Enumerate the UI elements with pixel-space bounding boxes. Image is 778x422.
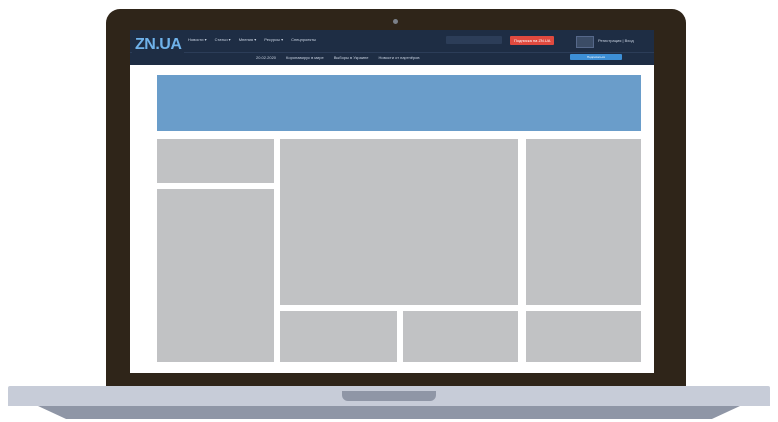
left-top-placeholder [157,139,274,183]
right-bottom-placeholder [526,311,641,362]
laptop-notch [342,391,436,401]
nav-item-specials[interactable]: Спецпроекты [291,36,316,44]
nav-item-articles[interactable]: Статьи ▾ [215,36,231,44]
subnav-item-3[interactable]: Новости от партнёров [378,54,419,62]
sub-nav: 20.02.2020 Коронавирус в мире Выборы в У… [256,54,420,62]
search-input[interactable] [446,36,502,44]
user-icon[interactable] [576,36,594,48]
main-content-placeholder [280,139,518,305]
login-link[interactable]: Регистрация | Вход [598,38,634,43]
main-nav: Новости ▾ Статьи ▾ Мнения ▾ Ресурсы ▾ Сп… [188,36,316,44]
nav-item-opinions[interactable]: Мнения ▾ [239,36,257,44]
subnav-item-1[interactable]: Коронавирус в мире [286,54,324,62]
banner-ad-placeholder [157,75,641,131]
center-bottom-left-placeholder [280,311,397,362]
left-tall-placeholder [157,189,274,362]
center-bottom-right-placeholder [403,311,518,362]
subnav-date: 20.02.2020 [256,55,277,60]
nav-item-resources[interactable]: Ресурсы ▾ [264,36,283,44]
site-logo[interactable]: ZN.UA [132,32,185,58]
laptop-base-bottom [38,406,740,419]
follow-button[interactable]: Подписаться [570,54,622,60]
subnav-item-2[interactable]: Выборы в Украине [334,54,369,62]
right-top-placeholder [526,139,641,305]
nav-item-news[interactable]: Новости ▾ [188,36,207,44]
webcam-icon [393,19,398,24]
laptop-screen: ZN.UA Новости ▾ Статьи ▾ Мнения ▾ Ресурс… [130,30,654,373]
subscribe-button[interactable]: Подписка на ZN.UA [510,36,555,45]
